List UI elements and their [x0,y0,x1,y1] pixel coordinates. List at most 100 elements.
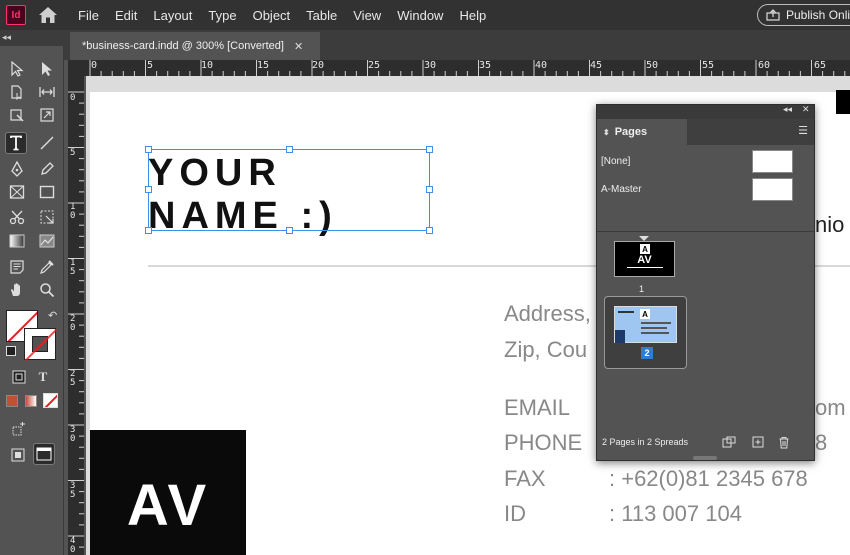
vertical-ruler[interactable]: 0 5 10 15 20 25 30 35 40 [68,76,84,555]
panel-collapse-icon[interactable]: ◂◂ [783,105,792,115]
horizontal-ruler[interactable]: 0 5 10 15 20 25 30 35 40 45 50 55 60 65 [86,60,850,76]
ruler-h-label: 65 [814,60,827,71]
hand-tool-icon[interactable] [6,279,28,301]
address-line-2: Zip, Cou [504,337,588,362]
gradient-feather-tool-icon[interactable] [36,230,58,252]
thumb-line [641,332,669,334]
apply-none-icon[interactable] [43,393,58,408]
zoom-tool-icon[interactable] [36,279,58,301]
type-tool-icon[interactable] [5,132,27,154]
panel-footer: 2 Pages in 2 Spreads [597,433,814,457]
master-marker: A [640,309,650,319]
frame-grid-icon[interactable] [8,418,30,440]
pencil-tool-icon[interactable] [36,158,58,180]
apply-gradient-icon[interactable] [25,395,37,407]
page-1-logo: AV [637,254,652,266]
ruler-h-label: 55 [702,60,715,71]
resize-handle[interactable] [145,186,152,193]
page-2-number: 2 [641,347,653,359]
master-thumbnail[interactable] [752,150,793,173]
ruler-h-label: 10 [201,60,214,71]
menu-view[interactable]: View [345,8,389,23]
gap-tool-icon[interactable] [36,81,58,103]
resize-handle[interactable] [426,146,433,153]
master-thumbnail[interactable] [752,178,793,201]
tab-expand-icon: ⬍ [603,127,610,137]
page-1-thumbnail[interactable]: A AV [614,241,675,277]
page-2-thumbnail[interactable]: A [614,306,677,343]
text-frame-selection[interactable] [145,146,433,234]
home-icon[interactable] [38,6,58,24]
ruler-h-label: 35 [479,60,492,71]
publish-online-button[interactable]: Publish Onlin [757,4,850,26]
new-page-icon[interactable] [752,436,764,451]
menu-edit[interactable]: Edit [107,8,145,23]
formatting-container-icon[interactable] [8,366,30,388]
eyedropper-tool-icon[interactable] [36,256,58,278]
scissors-tool-icon[interactable] [6,206,28,228]
delete-page-icon[interactable] [778,436,790,452]
menu-file[interactable]: File [70,8,107,23]
menu-object[interactable]: Object [245,8,299,23]
screen-mode-normal-icon[interactable] [7,444,29,466]
resize-handle[interactable] [426,227,433,234]
toolbox: ↶ T [0,46,64,555]
formatting-text-icon[interactable]: T [32,366,54,388]
ruler-v-label: 30 [70,425,76,444]
master-label: A-Master [601,184,642,195]
panel-close-icon[interactable]: ✕ [802,105,810,115]
tab-close-icon[interactable]: ✕ [294,40,303,53]
toolbox-collapse-icon[interactable]: ◂◂ [2,33,11,43]
selection-tool-icon[interactable] [6,58,28,80]
resize-handle[interactable] [145,227,152,234]
pages-tab[interactable]: ⬍ Pages [597,119,687,145]
default-fill-stroke-icon[interactable] [6,346,16,356]
ruler-origin[interactable] [68,60,86,76]
rectangle-tool-icon[interactable] [36,181,58,203]
direct-selection-tool-icon[interactable] [36,58,58,80]
phone-label: PHONE [504,430,583,455]
apply-color-icon[interactable] [6,395,18,407]
page-tool-icon[interactable] [6,81,28,103]
edit-page-size-icon[interactable] [722,436,736,451]
ruler-v-label: 15 [70,258,76,277]
document-tab[interactable]: *business-card.indd @ 300% [Converted] ✕ [70,32,320,60]
pen-tool-icon[interactable] [6,158,28,180]
resize-handle[interactable] [286,146,293,153]
ruler-v-label: 10 [70,202,76,221]
note-tool-icon[interactable] [6,256,28,278]
screen-mode-preview-icon[interactable] [33,443,55,465]
content-collector-icon[interactable] [6,104,28,126]
page-2-selected[interactable]: A 2 [604,296,687,369]
resize-handle[interactable] [145,146,152,153]
master-a[interactable]: A-Master [597,178,814,204]
free-transform-tool-icon[interactable] [36,206,58,228]
resize-handle[interactable] [286,227,293,234]
phone-value: 8 [815,430,828,455]
menu-type[interactable]: Type [200,8,244,23]
stroke-swatch[interactable] [24,328,57,361]
resize-handle[interactable] [426,186,433,193]
rectangle-frame-tool-icon[interactable] [6,181,28,203]
ruler-h-label: 50 [646,60,659,71]
gradient-swatch-tool-icon[interactable] [6,230,28,252]
panel-title-bar[interactable]: ◂◂ ✕ [597,105,814,119]
menu-layout[interactable]: Layout [145,8,200,23]
panel-tab-bar: ⬍ Pages ☰ [597,119,814,145]
master-label: [None] [601,156,631,167]
master-none[interactable]: [None] [597,150,814,176]
menu-items: File Edit Layout Type Object Table View … [70,0,494,30]
menu-window[interactable]: Window [389,8,451,23]
swap-fill-stroke-icon[interactable]: ↶ [48,309,57,322]
thumb-line [618,311,634,313]
line-tool-icon[interactable] [36,132,58,154]
ruler-v-label: 0 [70,93,76,103]
panel-menu-icon[interactable]: ☰ [798,124,808,137]
panel-resize-grip[interactable] [693,456,717,460]
job-title-partial: nio [815,212,845,237]
logo-text: AV [126,473,210,538]
content-placer-icon[interactable] [36,104,58,126]
ruler-v-label: 5 [70,148,76,158]
menu-help[interactable]: Help [451,8,494,23]
menu-table[interactable]: Table [298,8,345,23]
